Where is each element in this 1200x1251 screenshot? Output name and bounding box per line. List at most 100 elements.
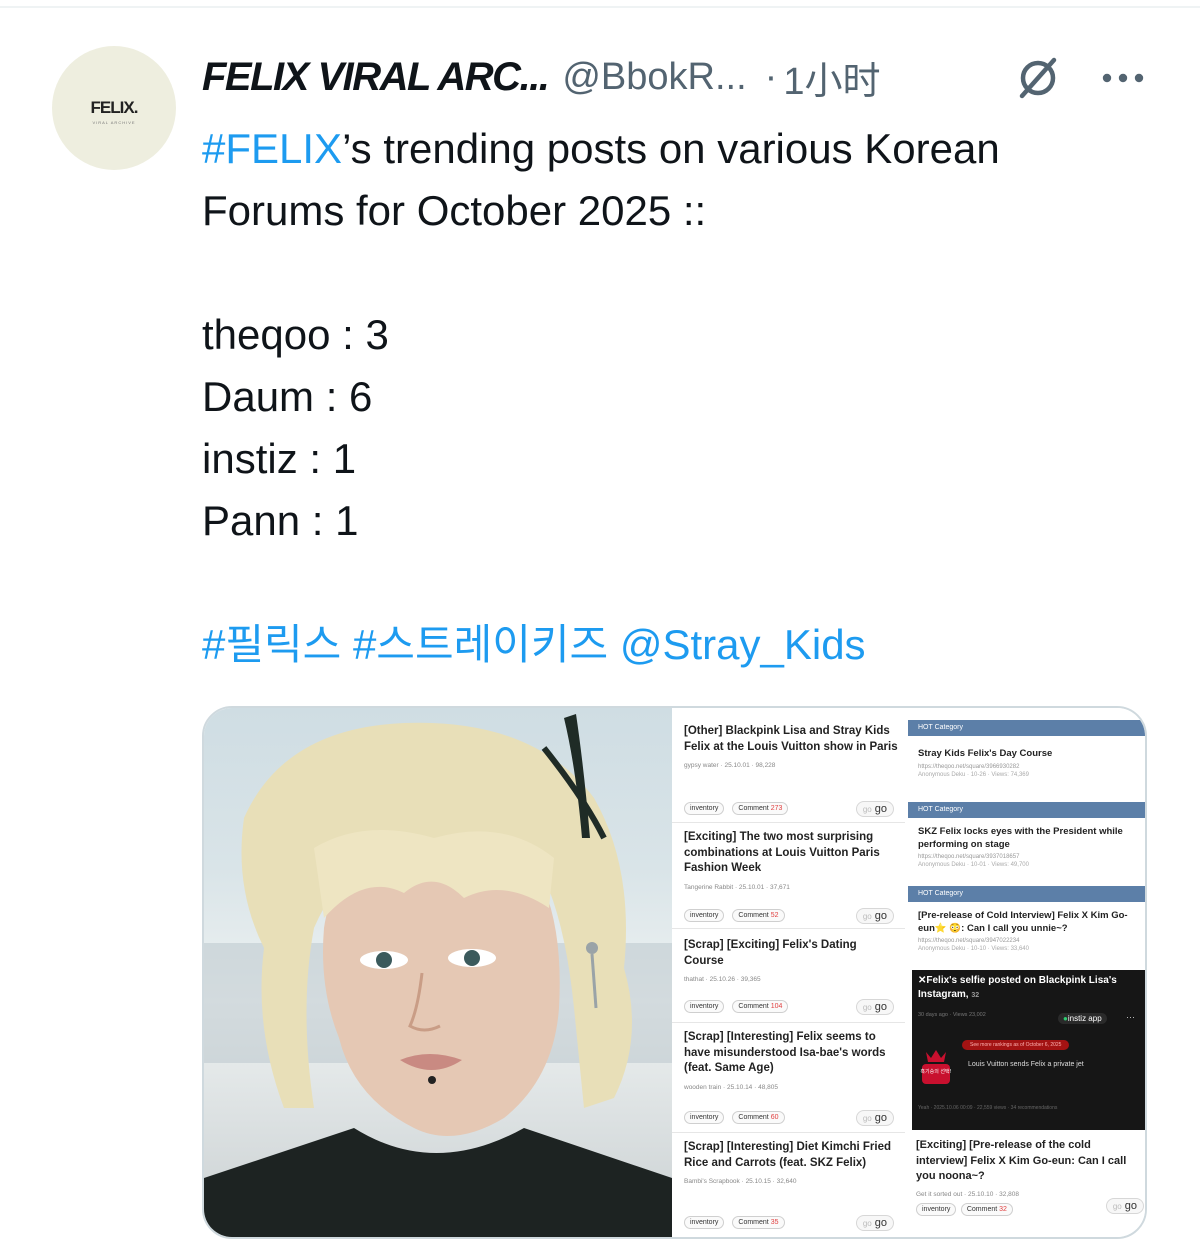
tweet-line-1: #FELIX’s trending posts on various Korea…	[202, 118, 1162, 180]
comment-label: Comment	[738, 1003, 769, 1010]
forum-post[interactable]: [Exciting] The two most surprising combi…	[684, 830, 899, 924]
divider	[672, 928, 905, 929]
post-buttons: inventory Comment 32 go go	[916, 1197, 1144, 1216]
go-button[interactable]: go go	[855, 1214, 894, 1231]
tag-line: #필릭스 #스트레이키즈 @Stray_Kids	[202, 614, 1162, 676]
instiz-headline: Louis Vuitton sends Felix a private jet	[968, 1061, 1084, 1068]
post-title: [Exciting] [Pre-release of the cold inte…	[916, 1139, 1127, 1182]
comment-count: 273	[770, 805, 783, 812]
hot-category-bar: HOT Category	[908, 886, 1145, 902]
post-buttons: inventory Comment 52 go go	[684, 907, 894, 924]
go-hint: go	[862, 1113, 872, 1123]
hot-item[interactable]: Stray Kids Felix's Day Course https://th…	[918, 748, 1143, 778]
avatar[interactable]: FELIX. VIRAL ARCHIVE	[52, 46, 176, 170]
instiz-card[interactable]: ✕Felix's selfie posted on Blackpink Lisa…	[912, 970, 1145, 1130]
go-label: go	[874, 1111, 887, 1124]
comment-button[interactable]: Comment 52	[732, 909, 785, 922]
tweet-line-2: Forums for October 2025 ::	[202, 187, 707, 234]
instiz-app-button[interactable]: ●instiz app	[1058, 1013, 1107, 1024]
post-buttons: inventory Comment 35 go go	[684, 1214, 894, 1231]
inventory-button[interactable]: inventory	[916, 1202, 957, 1216]
instiz-title: ✕Felix's selfie posted on Blackpink Lisa…	[918, 974, 1143, 1003]
grok-icon[interactable]	[1014, 54, 1062, 102]
post-meta: Get it sorted out · 25.10.10 · 32,808	[916, 1190, 1019, 1198]
go-label: go	[874, 802, 887, 815]
comment-button[interactable]: Comment 273	[732, 802, 789, 815]
inventory-button[interactable]: inventory	[684, 1216, 725, 1229]
ranking-pill[interactable]: See more rankings as of October 6, 2025	[962, 1040, 1070, 1050]
comment-button[interactable]: Comment 104	[732, 1000, 789, 1013]
felix-portrait-photo	[204, 708, 672, 1237]
hot-item[interactable]: SKZ Felix locks eyes with the President …	[918, 826, 1143, 868]
go-button[interactable]: go go	[855, 998, 894, 1015]
hot-item-stat: Anonymous Deku · 10-26 · Views: 74,369	[918, 771, 1029, 778]
hot-item[interactable]: [Pre-release of Cold Interview] Felix X …	[918, 910, 1143, 952]
post-meta: Tangerine Rabbit · 25.10.01 · 37,671	[684, 883, 790, 891]
go-label: go	[1124, 1199, 1137, 1212]
hot-item-stat: Anonymous Deku · 10-01 · Views: 49,700	[918, 862, 1029, 868]
hot-item-stat: Anonymous Deku · 10-10 · Views: 33,640	[918, 946, 1029, 952]
comment-button[interactable]: Comment 35	[732, 1216, 785, 1229]
comment-count: 60	[770, 1114, 779, 1121]
forum-post[interactable]: [Other] Blackpink Lisa and Stray Kids Fe…	[684, 724, 899, 817]
go-hint: go	[862, 1002, 872, 1012]
forum-post[interactable]: [Exciting] [Pre-release of the cold inte…	[916, 1138, 1144, 1216]
forum-post[interactable]: [Scrap] [Exciting] Felix's Dating Course…	[684, 938, 899, 1015]
stat-pann: Pann : 1	[202, 497, 359, 544]
hot-item-url: https://theqoo.net/square/3966930282	[918, 763, 1020, 770]
inventory-button[interactable]: inventory	[684, 802, 725, 815]
avatar-logo: FELIX.	[90, 97, 139, 117]
post-meta: wooden train · 25.10.14 · 48,805	[684, 1083, 778, 1091]
hot-item-url: https://theqoo.net/square/3937018657	[918, 854, 1020, 860]
comment-button[interactable]: Comment 32	[960, 1202, 1013, 1216]
go-button[interactable]: go go	[1105, 1197, 1144, 1214]
more-options-icon[interactable]: ···	[1126, 1012, 1135, 1022]
hot-category-column: HOT Category Stray Kids Felix's Day Cour…	[908, 708, 1145, 1237]
divider	[672, 1132, 905, 1133]
post-meta: Bambi's Scrapbook · 25.10.15 · 32,640	[684, 1178, 797, 1185]
user-handle[interactable]: @BbokR...	[562, 56, 746, 99]
comment-label: Comment	[738, 912, 769, 919]
post-title: [Exciting] The two most surprising combi…	[684, 831, 880, 874]
comment-label: Comment	[738, 1219, 769, 1226]
go-button[interactable]: go go	[855, 800, 894, 817]
timestamp[interactable]: 1小时	[783, 50, 880, 105]
display-name[interactable]: FELIX VIRAL ARC...	[202, 55, 550, 100]
instiz-app-label: instiz app	[1067, 1014, 1102, 1023]
tweet-text: #FELIX’s trending posts on various Korea…	[202, 118, 1162, 676]
forum-post[interactable]: [Scrap] [Interesting] Felix seems to hav…	[684, 1030, 899, 1126]
go-hint: go	[862, 804, 872, 814]
hashtag-straykids-korean[interactable]: #스트레이키즈	[353, 621, 608, 668]
inventory-button[interactable]: inventory	[684, 909, 725, 922]
mention-stray-kids[interactable]: @Stray_Kids	[620, 621, 866, 668]
instiz-title-text: ✕Felix's selfie posted on Blackpink Lisa…	[918, 975, 1117, 1000]
inventory-button[interactable]: inventory	[684, 1000, 725, 1013]
go-label: go	[874, 1000, 887, 1013]
post-title: [Other] Blackpink Lisa and Stray Kids Fe…	[684, 725, 898, 753]
instiz-count: 32	[971, 992, 980, 999]
stat-instiz: instiz : 1	[202, 435, 357, 482]
forum-post[interactable]: [Scrap] [Interesting] Diet Kimchi Fried …	[684, 1140, 899, 1231]
hashtag-felix-korean[interactable]: #필릭스	[202, 621, 341, 668]
post-title: [Scrap] [Interesting] Diet Kimchi Fried …	[684, 1141, 892, 1169]
tweet-header: FELIX VIRAL ARC... @BbokR... · 1小时	[202, 50, 1162, 105]
inventory-button[interactable]: inventory	[684, 1111, 725, 1124]
go-hint: go	[1112, 1201, 1122, 1211]
comment-button[interactable]: Comment 60	[732, 1111, 785, 1124]
hashtag-felix[interactable]: #FELIX	[202, 125, 342, 172]
comment-label: Comment	[966, 1205, 998, 1213]
tweet-media-image[interactable]: [Other] Blackpink Lisa and Stray Kids Fe…	[202, 706, 1147, 1239]
divider	[672, 822, 905, 823]
go-hint: go	[862, 911, 872, 921]
more-options-icon[interactable]	[1098, 54, 1148, 102]
post-title: [Scrap] [Exciting] Felix's Dating Course	[684, 939, 857, 967]
hot-item-url: https://theqoo.net/square/3947022234	[918, 938, 1020, 944]
stat-theqoo: theqoo : 3	[202, 311, 389, 358]
post-title: [Scrap] [Interesting] Felix seems to hav…	[684, 1031, 886, 1074]
go-button[interactable]: go go	[855, 1109, 894, 1126]
hot-item-title: SKZ Felix locks eyes with the President …	[918, 826, 1123, 850]
stat-daum: Daum : 6	[202, 373, 373, 420]
go-button[interactable]: go go	[855, 907, 894, 924]
instiz-stats: Yeah · 2025.10.06 00:09 · 22,559 views ·…	[918, 1105, 1058, 1111]
